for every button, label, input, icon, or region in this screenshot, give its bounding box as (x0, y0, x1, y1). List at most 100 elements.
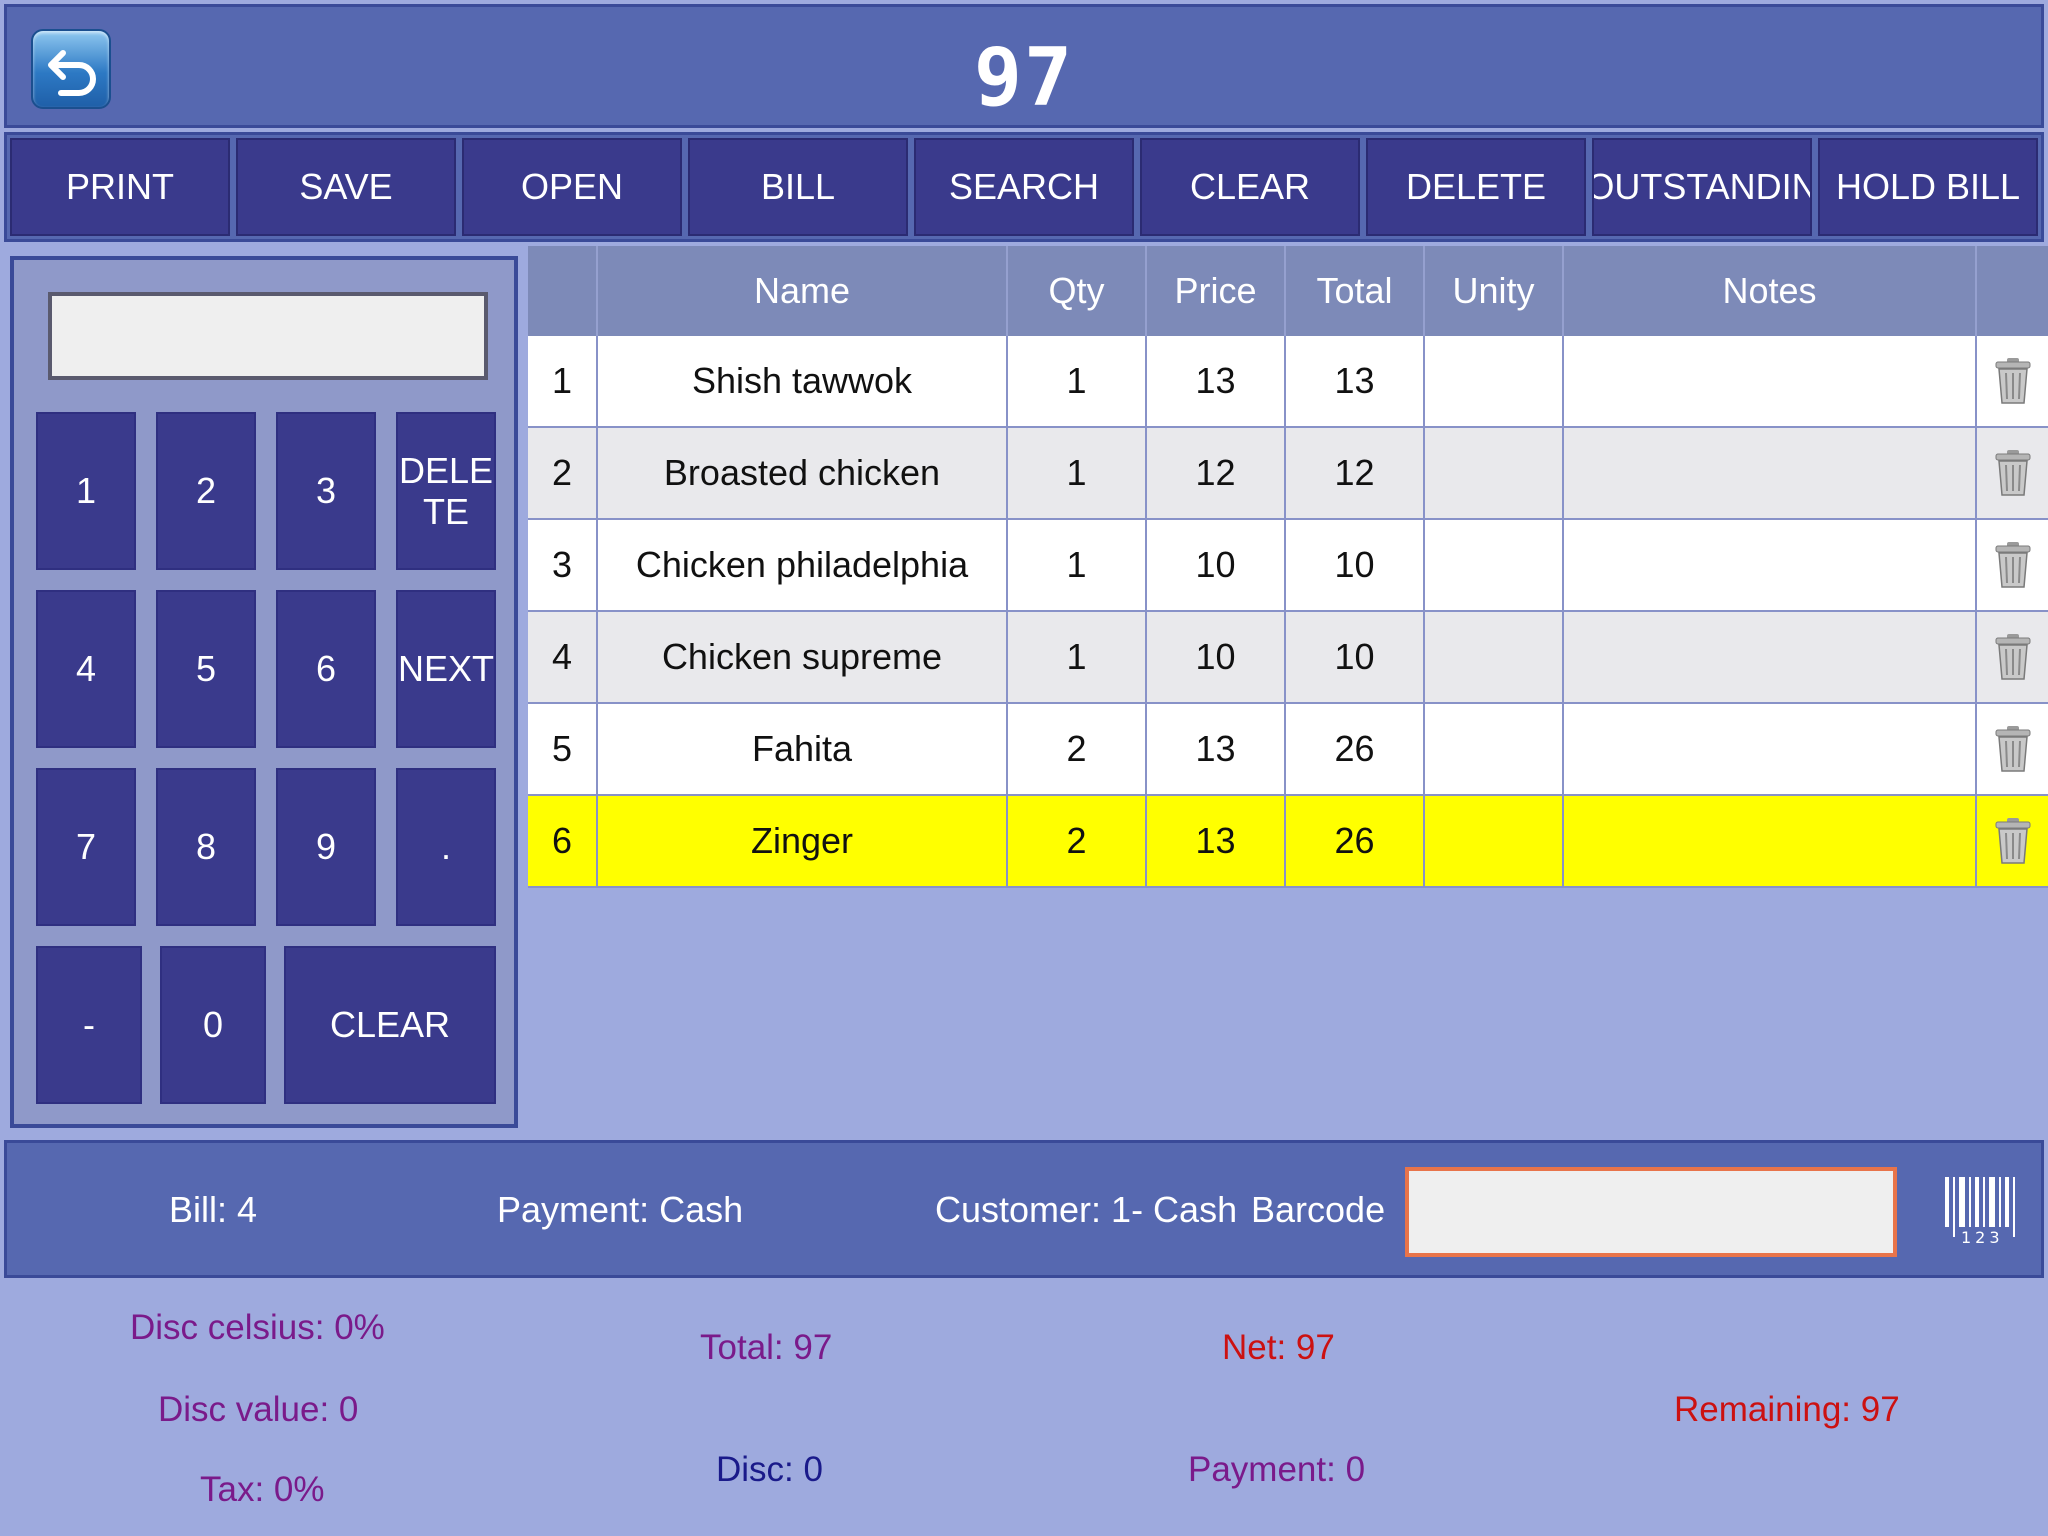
item-price: 12 (1147, 428, 1286, 518)
delete-row-button[interactable] (1977, 796, 2048, 886)
summary-total: Total: 97 (700, 1328, 833, 1367)
item-name: Zinger (598, 796, 1008, 886)
keypad-display[interactable] (48, 292, 488, 380)
item-total: 10 (1286, 612, 1425, 702)
item-price: 13 (1147, 336, 1286, 426)
item-unity (1425, 336, 1564, 426)
item-name: Broasted chicken (598, 428, 1008, 518)
item-qty[interactable]: 1 (1008, 612, 1147, 702)
key-2[interactable]: 2 (156, 412, 256, 570)
key-5[interactable]: 5 (156, 590, 256, 748)
table-row[interactable]: 6 Zinger 2 13 26 (528, 796, 2048, 888)
item-unity (1425, 612, 1564, 702)
item-unity (1425, 520, 1564, 610)
item-notes[interactable] (1564, 428, 1977, 518)
table-row[interactable]: 4 Chicken supreme 1 10 10 (528, 612, 2048, 704)
item-price: 10 (1147, 520, 1286, 610)
table-row[interactable]: 1 Shish tawwok 1 13 13 (528, 336, 2048, 428)
row-index: 5 (528, 704, 598, 794)
summary-disc: Disc: 0 (716, 1450, 823, 1489)
row-index: 3 (528, 520, 598, 610)
delete-button[interactable]: DELETE (1366, 138, 1586, 236)
key-clear[interactable]: CLEAR (284, 946, 496, 1104)
customer-name[interactable]: Customer: 1- Cash (935, 1189, 1237, 1231)
delete-row-button[interactable] (1977, 336, 2048, 426)
clear-button[interactable]: CLEAR (1140, 138, 1360, 236)
col-header-price: Price (1147, 246, 1286, 336)
key-next[interactable]: NEXT (396, 590, 496, 748)
item-notes[interactable] (1564, 704, 1977, 794)
item-notes[interactable] (1564, 612, 1977, 702)
item-total: 10 (1286, 520, 1425, 610)
outstanding-button[interactable]: OUTSTANDIN (1592, 138, 1812, 236)
item-name: Fahita (598, 704, 1008, 794)
col-header-total: Total (1286, 246, 1425, 336)
key-9[interactable]: 9 (276, 768, 376, 926)
delete-row-button[interactable] (1977, 704, 2048, 794)
key-6[interactable]: 6 (276, 590, 376, 748)
table-row[interactable]: 5 Fahita 2 13 26 (528, 704, 2048, 796)
row-index: 4 (528, 612, 598, 702)
open-button[interactable]: OPEN (462, 138, 682, 236)
trash-icon (1995, 542, 2030, 588)
key-0[interactable]: 0 (160, 946, 266, 1104)
item-qty[interactable]: 2 (1008, 704, 1147, 794)
item-notes[interactable] (1564, 336, 1977, 426)
barcode-scan-icon[interactable]: 123 (1941, 1175, 2025, 1245)
key-dot[interactable]: . (396, 768, 496, 926)
item-notes[interactable] (1564, 520, 1977, 610)
table-row[interactable]: 3 Chicken philadelphia 1 10 10 (528, 520, 2048, 612)
header-bar: 97 (4, 4, 2044, 128)
tax-rate: Tax: 0% (200, 1470, 325, 1509)
delete-row-button[interactable] (1977, 520, 2048, 610)
trash-icon (1995, 634, 2030, 680)
item-total: 26 (1286, 704, 1425, 794)
search-button[interactable]: SEARCH (914, 138, 1134, 236)
trash-icon (1995, 726, 2030, 772)
item-unity (1425, 428, 1564, 518)
summary-payment: Payment: 0 (1188, 1450, 1366, 1489)
item-qty[interactable]: 1 (1008, 520, 1147, 610)
key-minus[interactable]: - (36, 946, 142, 1104)
row-index: 2 (528, 428, 598, 518)
item-qty[interactable]: 1 (1008, 428, 1147, 518)
table-header: Name Qty Price Total Unity Notes (528, 246, 2048, 336)
col-header-action (1977, 246, 2048, 336)
key-4[interactable]: 4 (36, 590, 136, 748)
col-header-unity: Unity (1425, 246, 1564, 336)
barcode-input[interactable] (1405, 1167, 1897, 1257)
key-7[interactable]: 7 (36, 768, 136, 926)
disc-value: Disc value: 0 (158, 1390, 359, 1429)
barcode-label: Barcode (1251, 1189, 1386, 1230)
payment-method[interactable]: Payment: Cash (497, 1189, 743, 1231)
bill-button[interactable]: BILL (688, 138, 908, 236)
key-1[interactable]: 1 (36, 412, 136, 570)
item-unity (1425, 704, 1564, 794)
delete-row-button[interactable] (1977, 428, 2048, 518)
item-name: Shish tawwok (598, 336, 1008, 426)
print-button[interactable]: PRINT (10, 138, 230, 236)
item-total: 12 (1286, 428, 1425, 518)
row-index: 6 (528, 796, 598, 886)
hold-bill-button[interactable]: HOLD BILL (1818, 138, 2038, 236)
key-3[interactable]: 3 (276, 412, 376, 570)
key-8[interactable]: 8 (156, 768, 256, 926)
col-header-qty: Qty (1008, 246, 1147, 336)
item-price: 13 (1147, 796, 1286, 886)
bill-info-bar: Bill: 4 Payment: Cash Customer: 1- Cash … (4, 1140, 2044, 1278)
summary-net: Net: 97 (1222, 1328, 1335, 1367)
delete-row-button[interactable] (1977, 612, 2048, 702)
item-price: 13 (1147, 704, 1286, 794)
key-delete[interactable]: DELE TE (396, 412, 496, 570)
item-qty[interactable]: 1 (1008, 336, 1147, 426)
trash-icon (1995, 358, 2030, 404)
item-name: Chicken philadelphia (598, 520, 1008, 610)
item-total: 13 (1286, 336, 1425, 426)
item-qty[interactable]: 2 (1008, 796, 1147, 886)
item-price: 10 (1147, 612, 1286, 702)
item-notes[interactable] (1564, 796, 1977, 886)
table-row[interactable]: 2 Broasted chicken 1 12 12 (528, 428, 2048, 520)
toolbar: PRINT SAVE OPEN BILL SEARCH CLEAR DELETE… (4, 132, 2044, 242)
col-header-notes: Notes (1564, 246, 1977, 336)
save-button[interactable]: SAVE (236, 138, 456, 236)
